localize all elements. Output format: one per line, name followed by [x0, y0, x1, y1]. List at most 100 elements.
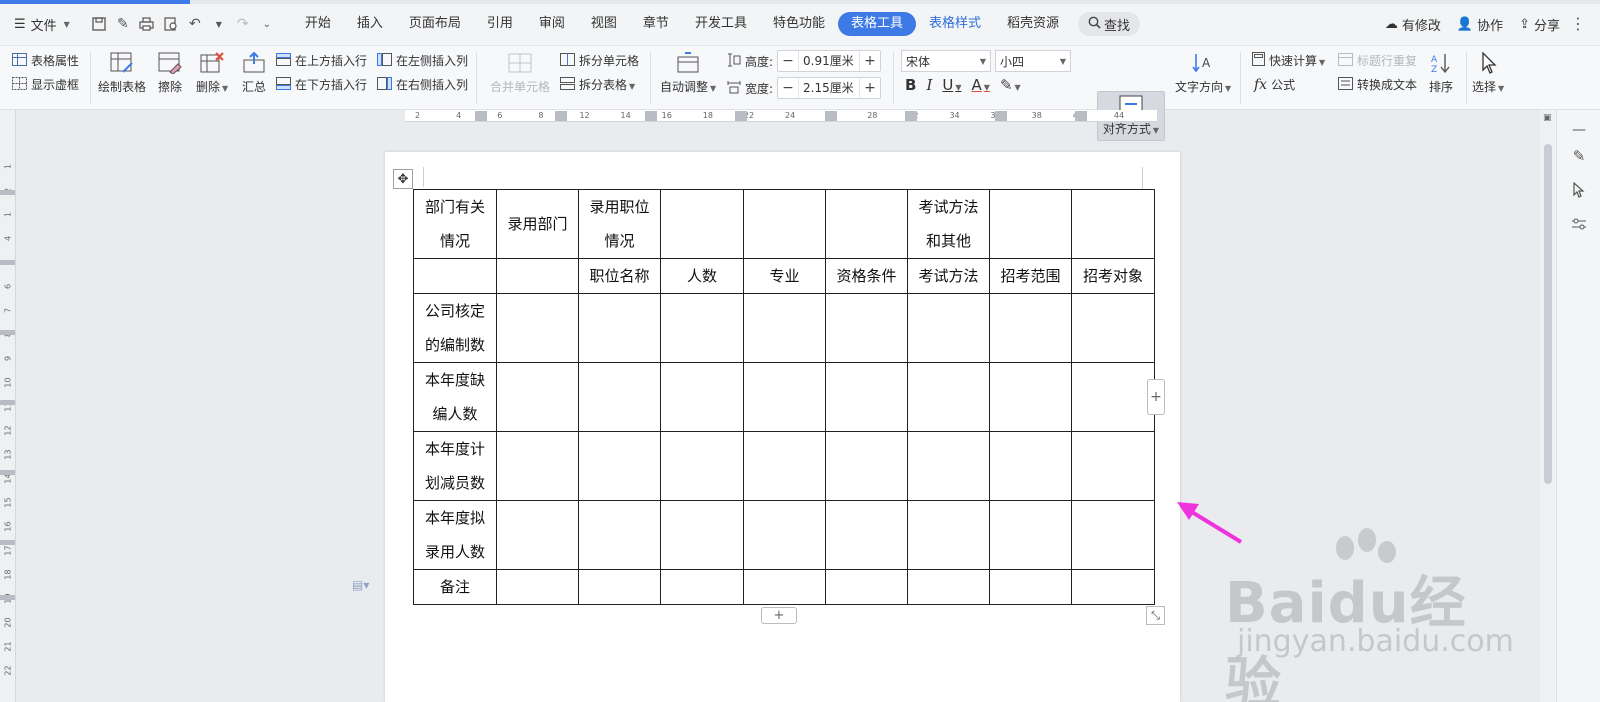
repeat-header-button[interactable]: 标题行重复	[1338, 52, 1417, 69]
table-cell[interactable]	[825, 362, 908, 432]
column-boundary-marker[interactable]	[735, 111, 747, 121]
font-name-select[interactable]: 宋体 ▼	[901, 50, 991, 72]
table-cell[interactable]	[1071, 293, 1155, 363]
column-boundary-marker[interactable]	[995, 111, 1007, 121]
pointer-icon[interactable]	[1569, 180, 1589, 200]
table-cell[interactable]: 录用职位 情况	[578, 189, 661, 259]
tab-docer-resources[interactable]: 稻壳资源	[994, 12, 1072, 36]
table-cell[interactable]	[989, 431, 1072, 501]
highlight-icon[interactable]: ✎ ▼	[1000, 76, 1021, 94]
recruitment-table[interactable]: 部门有关 情况 录用部门 录用职位 情况 考试方法 和其他 职位名称 人数 专业 资格条件 考试方法招…	[413, 189, 1155, 605]
table-cell[interactable]	[743, 500, 826, 570]
collaborate-button[interactable]: 👤 协作	[1457, 15, 1503, 34]
table-cell[interactable]	[825, 431, 908, 501]
column-boundary-marker[interactable]	[475, 111, 487, 121]
table-cell[interactable]	[907, 500, 990, 570]
column-boundary-marker[interactable]	[905, 111, 917, 121]
column-boundary-marker[interactable]	[1075, 111, 1087, 121]
table-cell[interactable]	[743, 569, 826, 605]
bold-icon[interactable]: B	[905, 76, 916, 94]
insert-column-left-button[interactable]: 在左侧插入列	[377, 52, 468, 69]
table-cell[interactable]	[989, 293, 1072, 363]
tab-table-tools[interactable]: 表格工具	[837, 12, 916, 36]
table-cell[interactable]: 录用部门	[496, 189, 579, 259]
insert-column-right-button[interactable]: 在右侧插入列	[377, 76, 468, 93]
eraser-button[interactable]: 擦除	[156, 50, 184, 95]
table-cell[interactable]	[989, 362, 1072, 432]
table-cell[interactable]	[1071, 500, 1155, 570]
split-table-button[interactable]: 拆分表格 ▼	[560, 76, 635, 93]
increase-width-button[interactable]: +	[860, 80, 880, 96]
table-cell[interactable]	[578, 293, 661, 363]
vertical-scrollbar[interactable]: ▣	[1540, 110, 1556, 702]
table-cell[interactable]	[578, 500, 661, 570]
table-cell[interactable]	[413, 258, 497, 294]
table-cell[interactable]: 本年度缺 编人数	[413, 362, 497, 432]
table-cell[interactable]	[496, 293, 579, 363]
auto-adjust-button[interactable]: 自动调整 ▼	[660, 50, 716, 95]
table-cell[interactable]	[825, 569, 908, 605]
table-cell[interactable]	[496, 569, 579, 605]
table-cell[interactable]	[1071, 189, 1155, 259]
row-boundary-marker[interactable]	[0, 595, 15, 600]
split-cells-button[interactable]: 拆分单元格	[560, 52, 639, 69]
table-cell[interactable]: 部门有关 情况	[413, 189, 497, 259]
table-cell[interactable]: 考试方法	[907, 258, 990, 294]
table-cell[interactable]	[743, 431, 826, 501]
pen-icon[interactable]: ✎	[1569, 146, 1589, 166]
table-cell[interactable]	[496, 362, 579, 432]
horizontal-ruler[interactable]: 24681214161822242628323436384044	[405, 110, 1157, 122]
table-cell[interactable]	[907, 431, 990, 501]
table-cell[interactable]	[907, 293, 990, 363]
row-height-value[interactable]: 0.91厘米	[798, 51, 861, 71]
decrease-width-button[interactable]: −	[778, 80, 798, 96]
settings-sliders-icon[interactable]	[1569, 214, 1589, 234]
table-cell[interactable]: 专业	[743, 258, 826, 294]
tab-start[interactable]: 开始	[292, 12, 344, 36]
share-button[interactable]: ⇪ 分享	[1519, 15, 1560, 34]
vertical-ruler[interactable]: 12145678910111213141516171819202122	[0, 110, 16, 702]
table-cell[interactable]: 本年度拟 录用人数	[413, 500, 497, 570]
sort-button[interactable]: AZ 排序	[1427, 50, 1455, 95]
convert-to-text-button[interactable]: 转换成文本	[1338, 76, 1417, 93]
table-cell[interactable]	[989, 189, 1072, 259]
collapse-icon[interactable]: —	[1569, 120, 1589, 140]
table-cell[interactable]	[989, 500, 1072, 570]
decrease-height-button[interactable]: −	[778, 53, 798, 69]
table-cell[interactable]: 本年度计 划减员数	[413, 431, 497, 501]
formula-button[interactable]: fx 公式	[1254, 76, 1295, 93]
tab-view[interactable]: 视图	[578, 12, 630, 36]
table-cell[interactable]	[743, 189, 826, 259]
scrollbar-thumb[interactable]	[1544, 144, 1552, 484]
table-cell[interactable]: 职位名称	[578, 258, 661, 294]
text-direction-button[interactable]: A 文字方向 ▼	[1175, 50, 1231, 95]
tab-review[interactable]: 审阅	[526, 12, 578, 36]
modified-button[interactable]: ☁ 有修改	[1385, 15, 1441, 34]
quick-calc-button[interactable]: 快速计算 ▼	[1252, 52, 1325, 69]
column-boundary-marker[interactable]	[555, 111, 567, 121]
draw-table-button[interactable]: 绘制表格	[98, 50, 146, 95]
row-boundary-marker[interactable]	[0, 260, 15, 265]
row-boundary-marker[interactable]	[0, 190, 15, 195]
tab-chapter[interactable]: 章节	[630, 12, 682, 36]
row-boundary-marker[interactable]	[0, 400, 15, 405]
increase-height-button[interactable]: +	[860, 53, 880, 69]
table-cell[interactable]	[660, 569, 744, 605]
tab-references[interactable]: 引用	[474, 12, 526, 36]
add-row-button[interactable]: +	[761, 607, 797, 624]
tab-special-features[interactable]: 特色功能	[760, 12, 838, 36]
table-cell[interactable]	[660, 189, 744, 259]
table-properties-button[interactable]: 表格属性	[12, 52, 79, 69]
table-cell[interactable]	[743, 362, 826, 432]
table-cell[interactable]	[825, 293, 908, 363]
tab-table-style[interactable]: 表格样式	[916, 12, 994, 36]
table-cell[interactable]	[578, 431, 661, 501]
merge-cells-button[interactable]: 合并单元格	[490, 50, 550, 95]
table-cell[interactable]	[496, 258, 579, 294]
customize-toolbar-icon[interactable]: ⌄	[256, 13, 278, 35]
chevron-down-icon[interactable]: ▼	[208, 13, 230, 35]
table-cell[interactable]	[578, 362, 661, 432]
active-doc-tab-strip[interactable]	[0, 0, 190, 4]
tab-developer[interactable]: 开发工具	[682, 12, 760, 36]
row-boundary-marker[interactable]	[0, 330, 15, 335]
